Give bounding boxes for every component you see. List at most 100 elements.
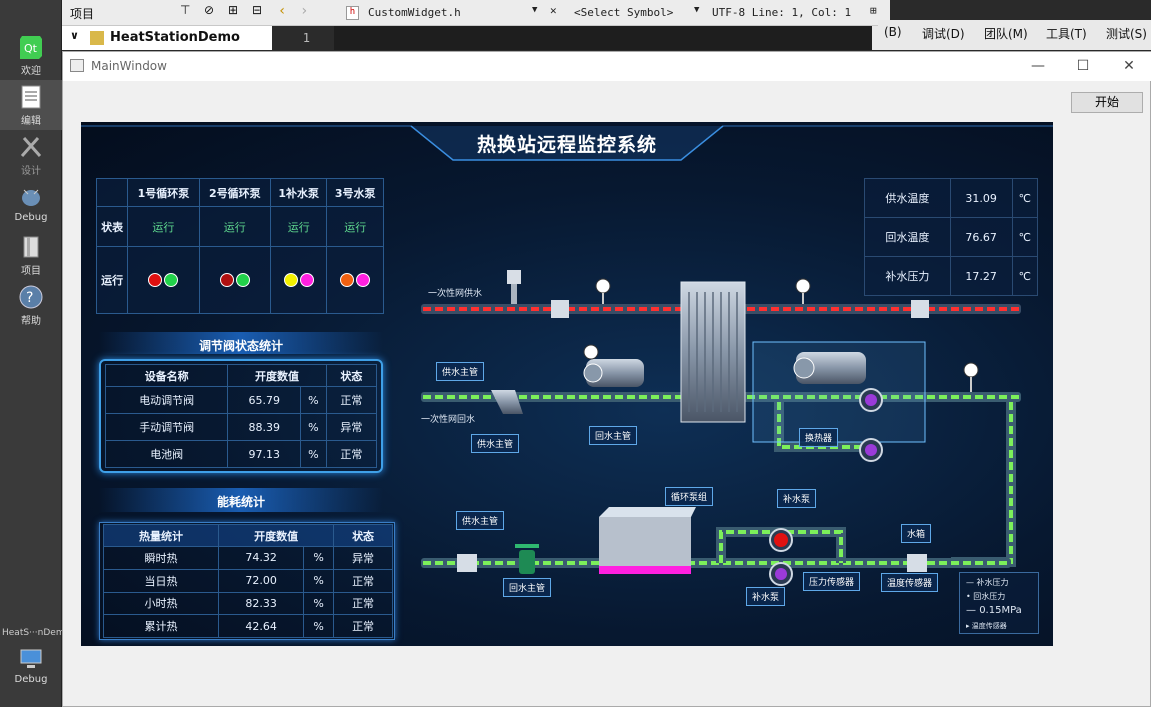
indicator-light [340, 273, 355, 287]
code-editor[interactable]: 1 [272, 26, 890, 50]
supply-main-label: 供水主管 [436, 362, 485, 381]
control-valve [507, 270, 521, 304]
run-row-label: 运行 [95, 246, 129, 314]
split-icon[interactable]: ⊞ [228, 3, 238, 17]
valve-unit: % [300, 440, 327, 468]
valve-name: 电池阀 [104, 440, 229, 468]
line-number: 1 [272, 26, 334, 50]
encoding-position[interactable]: UTF-8 Line: 1, Col: 1 [712, 6, 851, 19]
symbol-selector[interactable]: <Select Symbol> [574, 6, 673, 19]
menu-tools[interactable]: 工具(T) [1046, 25, 1087, 42]
supply-main-label: 供水主管 [471, 434, 520, 453]
reading-label: 供水温度 [864, 178, 951, 218]
minimize-icon[interactable]: — [1018, 55, 1058, 77]
close-icon[interactable]: ✕ [550, 4, 557, 17]
mode-edit[interactable]: 编辑 [0, 80, 62, 130]
mode-label: Debug [14, 212, 48, 223]
projects-icon [23, 236, 39, 258]
header-file-icon: h [346, 6, 359, 20]
mode-label: 设计 [21, 166, 41, 177]
energy-name: 瞬时热 [102, 546, 220, 570]
window-app-icon [70, 59, 84, 72]
energy-col-header: 状态 [333, 524, 393, 547]
makeup-pump-purple [769, 562, 793, 586]
mode-projects[interactable]: 项目 [0, 230, 62, 280]
main-window: MainWindow — ☐ ✕ 开始 热换站远程监控系统 1号循环泵 2号循环… [62, 51, 1151, 707]
build-target-label: HeatS···nDemo [2, 628, 71, 638]
svg-text:?: ? [26, 290, 33, 306]
file-selector[interactable]: CustomWidget.h [368, 6, 461, 19]
legend-box: — 补水压力 • 回水压力 — 0.15MPa ▸ 温度传感器 [959, 572, 1039, 634]
reading-unit: ℃ [1012, 178, 1039, 218]
makeup-pump-label: 补水泵 [746, 587, 786, 606]
close-panel-icon[interactable]: ⊟ [252, 3, 262, 17]
chevron-down-icon[interactable]: ▼ [532, 5, 537, 15]
chevron-down-icon[interactable]: ▼ [694, 5, 699, 15]
pressure-gauge [583, 344, 599, 360]
pump-status: 运行 [198, 206, 272, 247]
pump-status: 运行 [127, 206, 200, 247]
corner-cell [95, 178, 129, 207]
pump-status: 运行 [326, 206, 384, 247]
legend-text: 温度传感器 [971, 622, 1007, 630]
return-main-label: 回水主管 [589, 426, 638, 445]
menu-debug[interactable]: 调试(D) [922, 25, 965, 42]
menu-build[interactable]: (B) [884, 25, 902, 39]
return-main-label: 回水主管 [503, 578, 552, 597]
qt-logo-icon: Qt [20, 36, 42, 59]
valve-value: 97.13 [227, 440, 302, 468]
mode-help[interactable]: ? 帮助 [0, 280, 62, 330]
energy-unit: % [303, 546, 335, 570]
legend-pressure: 0.15MPa [979, 605, 1022, 616]
filter-icon[interactable]: ⊤ [180, 3, 190, 17]
indicator-light [356, 273, 371, 287]
back-arrow-icon[interactable]: ‹ [278, 3, 286, 19]
legend-item: — 补水压力 [966, 578, 1009, 587]
mode-welcome[interactable]: Qt 欢迎 [0, 30, 62, 80]
pressure-gauge [795, 278, 811, 304]
svg-text:Qt: Qt [24, 42, 38, 55]
mode-label: 欢迎 [21, 66, 41, 77]
valve-name: 电动调节阀 [104, 386, 229, 414]
pump-status-table: 1号循环泵 2号循环泵 1补水泵 3号水泵 状表 运行 运行 运行 运行 运行 [95, 178, 384, 314]
energy-value: 72.00 [218, 568, 305, 593]
water-tank-box [599, 507, 696, 574]
pressure-sensor-label: 压力传感器 [803, 572, 861, 591]
split-editor-icon[interactable]: ⊞ [870, 4, 877, 17]
pump-status: 运行 [269, 206, 328, 247]
menu-team[interactable]: 团队(M) [984, 25, 1028, 42]
project-root-item[interactable]: HeatStationDemo [110, 30, 240, 45]
mode-design[interactable]: 设计 [0, 130, 62, 180]
flow-meter [457, 554, 477, 572]
flow-meter [551, 300, 569, 318]
menu-test[interactable]: 测试(S) [1106, 25, 1147, 42]
pump-lights [269, 246, 328, 314]
build-target-selector[interactable]: Debug [0, 642, 62, 692]
project-panel-title[interactable]: 项目 [70, 5, 94, 22]
pressure-gauge [595, 278, 611, 304]
reading-unit: ℃ [1011, 217, 1039, 257]
indicator-light [219, 273, 234, 287]
pump-lights [326, 246, 384, 314]
valve-state: 正常 [325, 440, 378, 468]
design-tools-icon [20, 137, 42, 157]
chevron-down-icon[interactable]: ∨ [70, 29, 79, 42]
energy-state: 正常 [333, 568, 393, 593]
forward-arrow-icon[interactable]: › [300, 3, 308, 19]
maximize-icon[interactable]: ☐ [1063, 55, 1103, 77]
help-icon: ? [19, 285, 43, 309]
link-icon[interactable]: ⊘ [204, 3, 214, 17]
flow-meter [911, 300, 929, 318]
close-window-icon[interactable]: ✕ [1109, 55, 1149, 77]
mode-debug[interactable]: Debug [0, 180, 62, 230]
mode-label: 编辑 [21, 116, 41, 127]
pump-header: 1补水泵 [269, 178, 328, 207]
valve-state: 正常 [325, 386, 378, 414]
status-row-label: 状表 [95, 206, 129, 247]
water-tank-label: 水箱 [901, 524, 932, 543]
pump-motor [583, 359, 644, 387]
window-title: MainWindow [91, 59, 167, 73]
energy-unit: % [303, 614, 335, 638]
start-button[interactable]: 开始 [1071, 92, 1143, 113]
energy-state: 正常 [333, 614, 393, 638]
